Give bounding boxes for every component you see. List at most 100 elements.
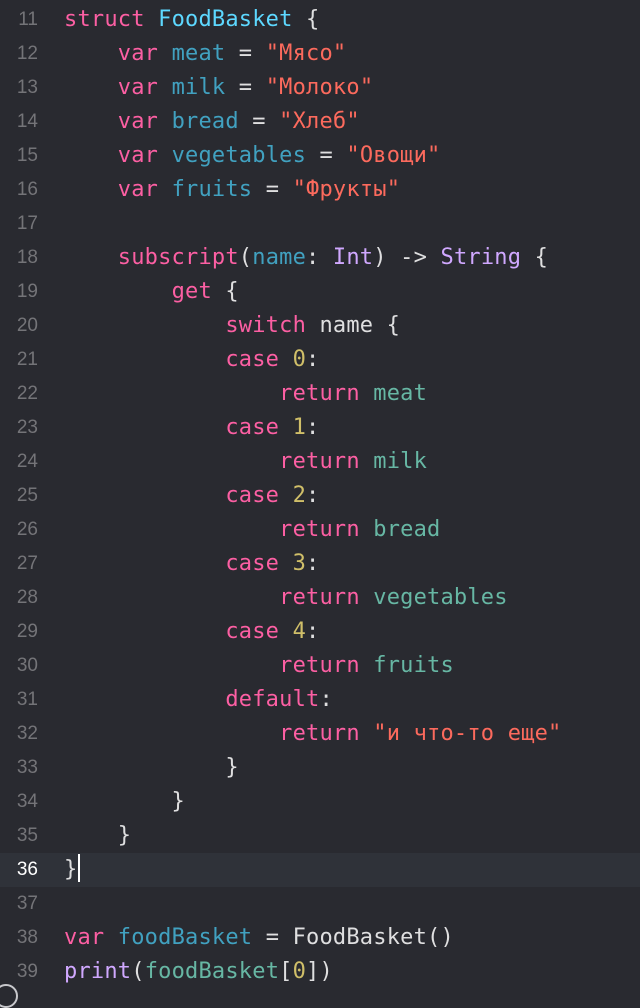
code-token: 0 (292, 959, 307, 984)
code-line[interactable]: 39 print(foodBasket[0]) (0, 955, 640, 989)
line-number: 31 (16, 689, 38, 710)
code-token: var (117, 109, 159, 134)
code-token: name { (306, 313, 401, 338)
line-number: 26 (16, 519, 38, 540)
code-line[interactable]: 15 var vegetables = "Овощи" (0, 139, 640, 173)
code-line[interactable]: 30 return fruits (0, 649, 640, 683)
code-token: case (225, 619, 280, 644)
code-editor[interactable]: 11 struct FoodBasket {12 var meat = "Мясо… (0, 3, 640, 989)
code-token: : (306, 245, 333, 270)
code-token: var (64, 925, 105, 950)
code-text: } (64, 819, 131, 853)
code-text: switch name { (64, 309, 400, 343)
line-number: 34 (16, 791, 38, 812)
code-token: milk (171, 75, 226, 100)
code-token: return (279, 381, 360, 406)
line-number: 38 (16, 927, 38, 948)
code-line[interactable]: 32 return "и что-то еще" (0, 717, 640, 751)
code-token: case (225, 483, 280, 508)
code-line[interactable]: 37 (0, 887, 640, 921)
code-token: meat (373, 381, 428, 406)
code-token: "Фрукты" (292, 177, 401, 202)
code-text: struct FoodBasket { (64, 3, 319, 37)
line-number: 14 (16, 111, 38, 132)
code-line[interactable]: 11 struct FoodBasket { (0, 3, 640, 37)
code-token: } (64, 823, 132, 848)
code-line[interactable]: 33 } (0, 751, 640, 785)
code-line[interactable]: 27 case 3: (0, 547, 640, 581)
line-number: 17 (16, 213, 38, 234)
code-line[interactable]: 29 case 4: (0, 615, 640, 649)
code-text: get { (64, 275, 239, 309)
code-token: subscript (117, 245, 239, 270)
code-token: : (306, 551, 320, 576)
code-line[interactable]: 24 return milk (0, 445, 640, 479)
code-line[interactable]: 28 return vegetables (0, 581, 640, 615)
code-text: var meat = "Мясо" (64, 37, 346, 71)
code-text: return meat (64, 377, 427, 411)
text-cursor (78, 854, 81, 882)
code-line[interactable]: 17 (0, 207, 640, 241)
code-text: var milk = "Молоко" (64, 71, 373, 105)
code-token: [ (279, 959, 293, 984)
code-token: "Хлеб" (279, 109, 360, 134)
code-token: milk (373, 449, 428, 474)
code-line[interactable]: 13 var milk = "Молоко" (0, 71, 640, 105)
code-token: meat (171, 41, 226, 66)
code-line[interactable]: 26 return bread (0, 513, 640, 547)
code-line[interactable]: 21 case 0: (0, 343, 640, 377)
code-line[interactable]: 35 } (0, 819, 640, 853)
code-token: return (279, 721, 360, 746)
line-number: 11 (18, 9, 38, 30)
code-line[interactable]: 22 return meat (0, 377, 640, 411)
line-number: 12 (16, 43, 38, 64)
code-token: bread (373, 517, 441, 542)
code-token: var (117, 75, 159, 100)
code-text: case 4: (64, 615, 319, 649)
code-token: get (171, 279, 212, 304)
code-token: case (225, 415, 280, 440)
code-text: print(foodBasket[0]) (64, 955, 333, 989)
code-token: 4 (292, 619, 307, 644)
code-token: fruits (171, 177, 253, 202)
code-line[interactable]: 16 var fruits = "Фрукты" (0, 173, 640, 207)
code-line[interactable]: 31 default: (0, 683, 640, 717)
code-line[interactable]: 36} (0, 853, 640, 887)
code-line[interactable]: 18 subscript(name: Int) -> String { (0, 241, 640, 275)
code-line[interactable]: 20 switch name { (0, 309, 640, 343)
code-line[interactable]: 12 var meat = "Мясо" (0, 37, 640, 71)
code-token: : (306, 483, 320, 508)
code-line[interactable]: 19 get { (0, 275, 640, 309)
line-number: 32 (16, 723, 38, 744)
code-token: "Молоко" (265, 75, 374, 100)
code-token: var (117, 143, 159, 168)
code-line[interactable]: 38 var foodBasket = FoodBasket() (0, 921, 640, 955)
line-number: 21 (16, 349, 38, 370)
code-line[interactable]: 23 case 1: (0, 411, 640, 445)
code-token: vegetables (373, 585, 508, 610)
code-token: ) -> (373, 245, 441, 270)
code-text: return milk (64, 445, 427, 479)
line-number: 19 (16, 281, 38, 302)
line-number: 24 (16, 451, 38, 472)
code-line[interactable]: 25 case 2: (0, 479, 640, 513)
code-line[interactable]: 34 } (0, 785, 640, 819)
code-token: = (225, 41, 266, 66)
code-line[interactable]: 14 var bread = "Хлеб" (0, 105, 640, 139)
code-token: "Мясо" (265, 41, 347, 66)
code-text: } (64, 853, 81, 887)
